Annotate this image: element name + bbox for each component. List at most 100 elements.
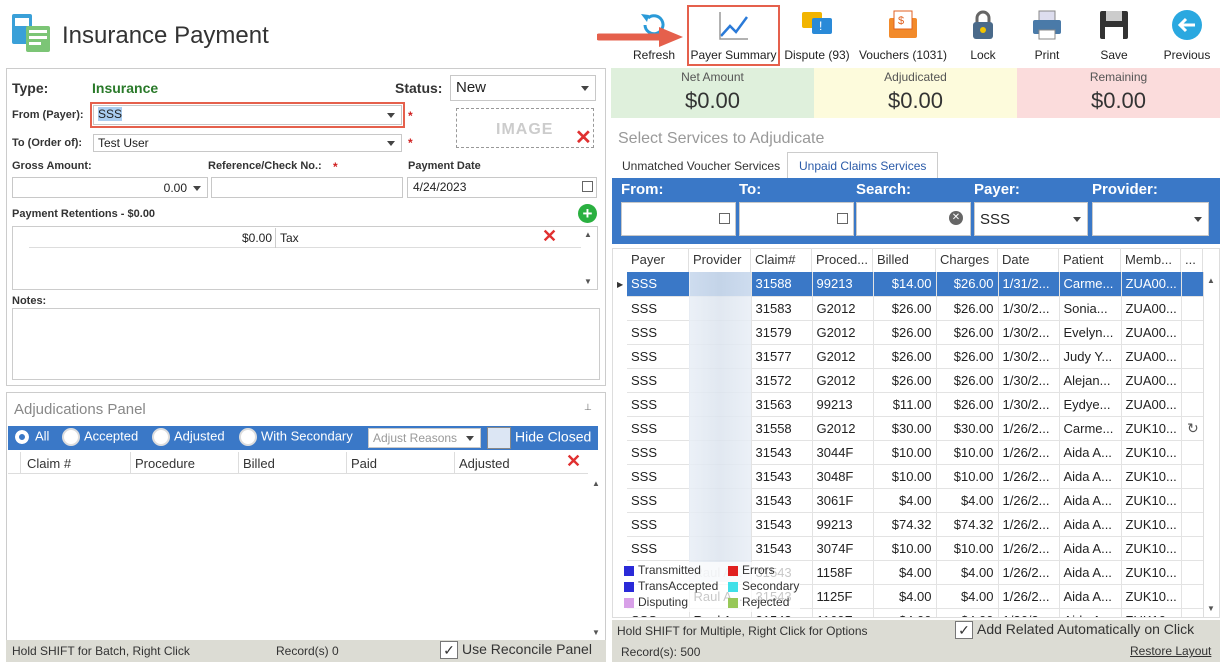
- table-cell: $26.00: [936, 392, 999, 417]
- legend-label: Errors: [742, 563, 775, 577]
- table-cell: [1181, 368, 1203, 393]
- save-icon: [1100, 11, 1128, 39]
- table-cell: $10.00: [873, 464, 937, 489]
- add-retention-icon[interactable]: +: [578, 204, 597, 223]
- grid-col-header[interactable]: Payer: [627, 248, 689, 272]
- scroll-up-icon[interactable]: ▲: [1207, 276, 1215, 285]
- table-cell: [1181, 536, 1203, 561]
- remove-image-icon[interactable]: ✕: [575, 128, 592, 148]
- filter-adjusted[interactable]: Adjusted: [152, 428, 225, 446]
- table-cell: 31583: [751, 296, 813, 321]
- table-cell: $11.00: [873, 392, 937, 417]
- app-logo-icon: [12, 14, 50, 52]
- adjudications-records: Record(s) 0: [276, 644, 339, 658]
- table-cell: ZUA00...: [1121, 296, 1182, 321]
- table-cell: Aida A...: [1059, 464, 1122, 489]
- table-cell: SSS: [627, 320, 690, 345]
- grid-col-header[interactable]: ...: [1181, 248, 1203, 272]
- grid-col-header[interactable]: Date: [998, 248, 1059, 272]
- filter-all[interactable]: All: [13, 428, 49, 446]
- to-order-select[interactable]: Test User: [93, 134, 402, 152]
- col-paid[interactable]: Paid: [351, 456, 377, 471]
- filter-accepted[interactable]: Accepted: [62, 428, 138, 446]
- table-cell: 31558: [751, 416, 813, 441]
- table-cell: [1181, 488, 1203, 513]
- pin-icon[interactable]: ⊥: [584, 402, 592, 413]
- table-cell: SSS: [627, 368, 690, 393]
- table-cell: 3061F: [812, 488, 874, 513]
- restore-layout-link[interactable]: Restore Layout: [1130, 644, 1211, 658]
- use-reconcile-checkbox[interactable]: ✓ Use Reconcile Panel: [440, 641, 592, 660]
- delete-retention-icon[interactable]: ✕: [542, 226, 557, 247]
- table-cell: $30.00: [873, 416, 937, 441]
- table-cell: Carme...: [1059, 272, 1122, 297]
- reference-input[interactable]: [211, 177, 403, 198]
- from-payer-select[interactable]: SSS: [93, 105, 402, 125]
- scroll-down-icon[interactable]: ▼: [1207, 604, 1215, 613]
- scroll-down-icon[interactable]: ▼: [592, 628, 600, 637]
- scroll-up-icon[interactable]: ▲: [584, 230, 592, 239]
- calendar-icon[interactable]: [582, 181, 593, 192]
- legend-swatch: [624, 581, 634, 592]
- legend-label: Transmitted: [638, 563, 701, 577]
- tab-unmatched-voucher-services[interactable]: Unmatched Voucher Services: [612, 154, 790, 178]
- table-cell: SSS: [627, 272, 690, 297]
- filter-provider-select[interactable]: [1092, 202, 1209, 236]
- notes-textarea[interactable]: [12, 308, 600, 380]
- gross-amount-label: Gross Amount:: [12, 160, 92, 172]
- scroll-up-icon[interactable]: ▲: [592, 479, 600, 488]
- hide-closed-toggle[interactable]: Hide Closed: [487, 427, 591, 449]
- filter-with-secondary[interactable]: With Secondary: [239, 428, 353, 446]
- table-cell: 1/31/2...: [998, 272, 1060, 297]
- legend-label: Secondary: [742, 579, 800, 593]
- dispute-icon: !: [802, 12, 832, 34]
- scroll-down-icon[interactable]: ▼: [584, 277, 592, 286]
- gross-amount-input[interactable]: 0.00: [12, 177, 208, 198]
- dispute-button[interactable]: ! Dispute (93): [782, 6, 852, 64]
- table-cell: SSS: [627, 512, 690, 537]
- save-button[interactable]: Save: [1089, 6, 1139, 64]
- grid-col-header[interactable]: Billed: [873, 248, 936, 272]
- calendar-icon[interactable]: [837, 213, 848, 224]
- grid-col-header[interactable]: Charges: [936, 248, 998, 272]
- table-cell: $14.00: [873, 272, 937, 297]
- payment-date-input[interactable]: 4/24/2023: [407, 177, 597, 198]
- payment-date-value: 4/24/2023: [413, 180, 467, 194]
- print-button[interactable]: Print: [1022, 6, 1072, 64]
- add-related-checkbox[interactable]: ✓ Add Related Automatically on Click: [955, 621, 1194, 640]
- tab-unpaid-claims-services[interactable]: Unpaid Claims Services: [787, 152, 939, 178]
- grid-col-header[interactable]: Provider: [689, 248, 751, 272]
- clear-adjudications-icon[interactable]: ✕: [566, 451, 581, 472]
- filter-payer-select[interactable]: SSS: [974, 202, 1088, 236]
- col-procedure[interactable]: Procedure: [135, 456, 195, 471]
- use-reconcile-label: Use Reconcile Panel: [462, 641, 592, 657]
- previous-button[interactable]: Previous: [1158, 6, 1216, 64]
- table-cell: Alejan...: [1059, 368, 1122, 393]
- retention-amount: $0.00: [242, 231, 273, 245]
- calendar-icon[interactable]: [719, 213, 730, 224]
- retention-row[interactable]: [29, 228, 581, 248]
- table-cell: [1181, 296, 1203, 321]
- selected-row-indicator: ▶: [617, 280, 624, 289]
- notes-label: Notes:: [12, 295, 47, 307]
- table-cell: [1181, 440, 1203, 465]
- grid-col-header[interactable]: Claim#: [751, 248, 812, 272]
- grid-col-header[interactable]: Patient: [1059, 248, 1121, 272]
- adjust-reasons-select[interactable]: Adjust Reasons: [368, 428, 481, 448]
- filter-to-label: To:: [739, 181, 762, 198]
- table-cell: 1/26/2...: [998, 464, 1060, 489]
- col-claim[interactable]: Claim #: [27, 456, 71, 471]
- lock-button[interactable]: Lock: [958, 6, 1008, 64]
- hide-closed-label: Hide Closed: [515, 428, 592, 445]
- col-billed[interactable]: Billed: [243, 456, 275, 471]
- grid-col-header[interactable]: Proced...: [812, 248, 873, 272]
- grid-col-header[interactable]: Memb...: [1121, 248, 1181, 272]
- table-cell: $4.00: [873, 608, 937, 617]
- clear-search-icon[interactable]: ✕: [949, 211, 963, 225]
- table-cell: 31543: [751, 536, 813, 561]
- grid-scrollbar[interactable]: [1203, 272, 1219, 617]
- status-select[interactable]: New: [450, 75, 596, 101]
- payer-summary-button[interactable]: Payer Summary: [689, 6, 778, 64]
- col-adjusted[interactable]: Adjusted: [459, 456, 510, 471]
- vouchers-button[interactable]: $ Vouchers (1031): [856, 6, 950, 64]
